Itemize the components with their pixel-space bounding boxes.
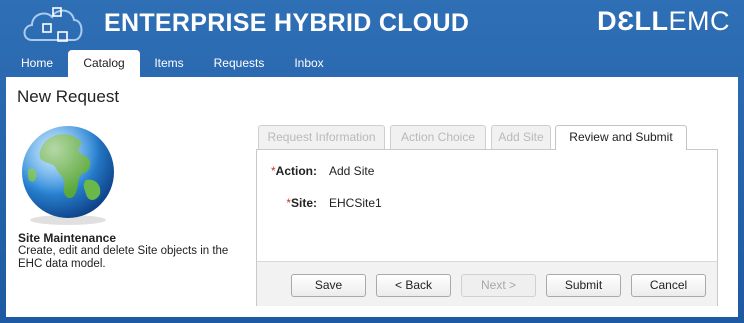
globe-icon [22, 126, 114, 225]
review-form: *Action: Add Site *Site: EHCSite1 Save <… [256, 149, 718, 306]
vendor-logo-bold: DƐLL [597, 6, 669, 36]
action-field-value: Add Site [329, 164, 375, 178]
vendor-logo: DƐLLEMC [597, 6, 730, 37]
nav-tab-inbox[interactable]: Inbox [286, 50, 332, 77]
site-field-label: *Site: [267, 196, 317, 210]
submit-button[interactable]: Submit [546, 274, 621, 297]
main-nav: Home Catalog Items Requests Inbox [0, 50, 744, 77]
site-label-text: Site: [290, 196, 317, 210]
tab-action-choice[interactable]: Action Choice [390, 125, 486, 149]
catalog-item-name: Site Maintenance [18, 231, 117, 245]
vendor-logo-light: EMC [668, 6, 730, 36]
tab-add-site[interactable]: Add Site [491, 125, 551, 149]
back-button[interactable]: < Back [376, 274, 451, 297]
nav-tab-items[interactable]: Items [146, 50, 192, 77]
cloud-logo-icon [23, 7, 83, 42]
action-field-label: *Action: [267, 164, 317, 178]
action-label-text: Action: [275, 164, 317, 178]
nav-tab-requests[interactable]: Requests [204, 50, 274, 77]
app-header: ENTERPRISE HYBRID CLOUD DƐLLEMC [0, 0, 744, 50]
button-bar: Save < Back Next > Submit Cancel [257, 261, 717, 306]
nav-tab-catalog[interactable]: Catalog [68, 50, 140, 77]
app-title: ENTERPRISE HYBRID CLOUD [104, 9, 470, 37]
site-field-value: EHCSite1 [329, 196, 382, 210]
next-button[interactable]: Next > [461, 274, 536, 297]
catalog-item-description: Create, edit and delete Site objects in … [18, 245, 229, 270]
content-panel: New Request Site Maintenance Create, edi… [6, 77, 738, 317]
tab-request-information[interactable]: Request Information [258, 125, 385, 149]
save-button[interactable]: Save [291, 274, 366, 297]
tab-review-and-submit[interactable]: Review and Submit [555, 125, 687, 150]
page-title: New Request [17, 87, 120, 106]
cancel-button[interactable]: Cancel [631, 274, 706, 297]
nav-tab-home[interactable]: Home [12, 50, 62, 77]
